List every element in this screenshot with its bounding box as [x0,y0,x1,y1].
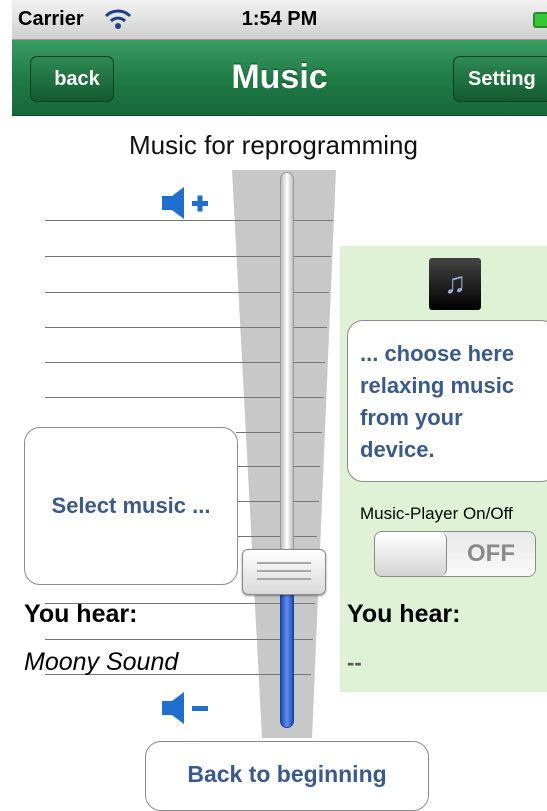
settings-button[interactable]: Setting [453,56,547,102]
choose-line: device. [360,437,435,462]
music-player-toggle[interactable]: OFF [374,531,536,577]
choose-line: relaxing music [360,373,515,398]
choose-line: from your [360,405,463,430]
volume-slider-thumb[interactable] [242,549,326,595]
choose-device-music-button[interactable]: ... choose here relaxing music from your… [347,320,547,482]
scale-line [236,536,317,537]
toggle-knob[interactable] [375,532,447,576]
volume-slider-track-max[interactable] [280,172,294,592]
navigation-bar: back Music Setting [12,40,547,116]
battery-icon [533,12,547,28]
volume-down-icon [162,692,208,724]
section-heading: Music for reprogramming [129,130,418,160]
device-you-hear-label: You hear: [347,600,461,628]
scale-line [236,501,319,502]
scale-line [236,466,320,467]
volume-slider-track-min[interactable] [280,594,294,728]
select-music-button[interactable]: Select music ... [24,427,238,585]
music-note-icon: ♫ [429,258,481,310]
toggle-state: OFF [447,532,535,576]
device-current-track: -- [347,650,362,675]
music-player-toggle-label: Music-Player On/Off [360,504,513,523]
volume-up-icon [162,187,208,219]
you-hear-label: You hear: [24,600,138,628]
back-to-beginning-button[interactable]: Back to beginning [145,741,429,811]
scale-line [236,432,322,433]
scale-line [45,639,313,640]
clock: 1:54 PM [241,8,318,30]
current-sound-name: Moony Sound [24,648,179,676]
status-bar: Carrier 1:54 PM [12,0,547,40]
choose-line: ... choose here [360,341,515,366]
